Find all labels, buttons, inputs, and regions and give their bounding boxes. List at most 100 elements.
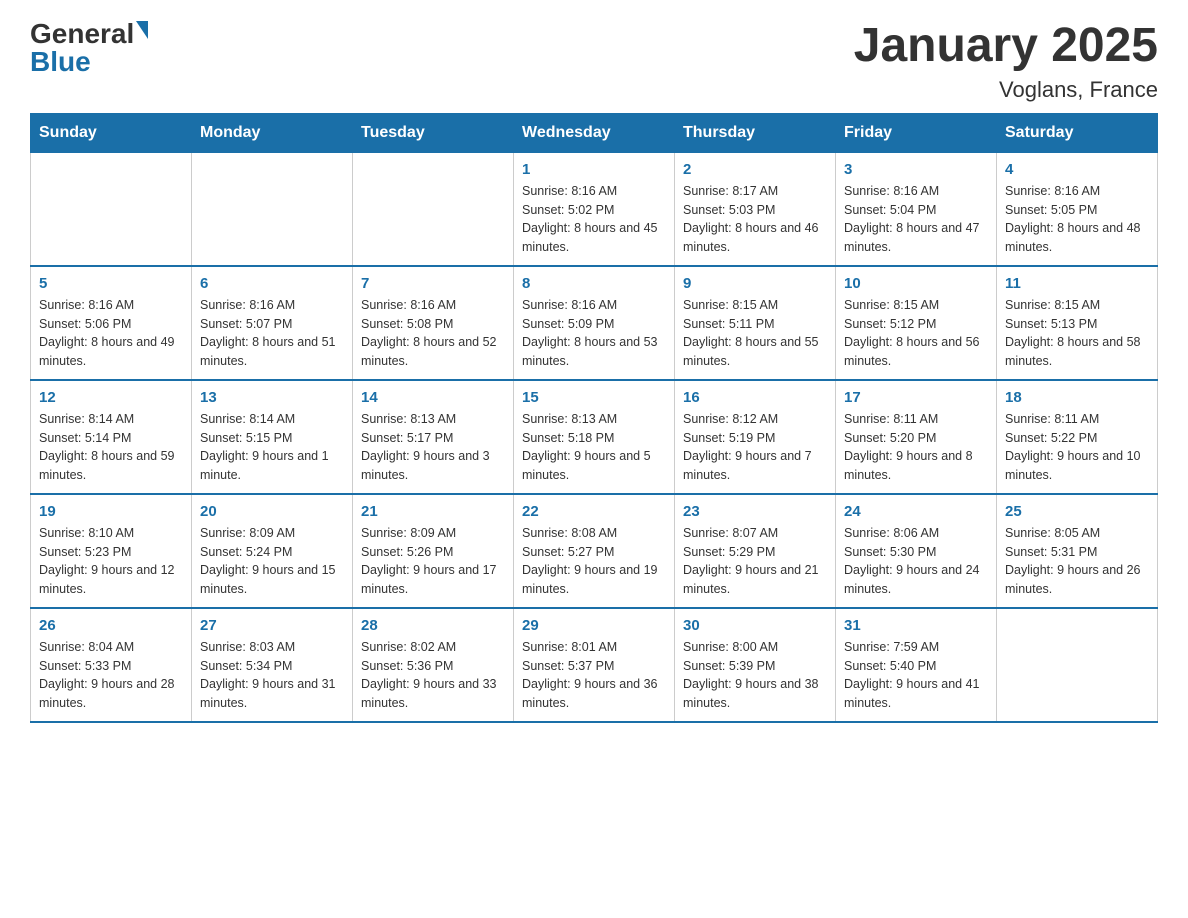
day-info: Sunrise: 8:12 AMSunset: 5:19 PMDaylight:… bbox=[683, 412, 812, 482]
day-info: Sunrise: 8:03 AMSunset: 5:34 PMDaylight:… bbox=[200, 640, 336, 710]
day-info: Sunrise: 8:00 AMSunset: 5:39 PMDaylight:… bbox=[683, 640, 819, 710]
day-number: 14 bbox=[361, 389, 505, 406]
day-number: 22 bbox=[522, 503, 666, 520]
day-info: Sunrise: 8:09 AMSunset: 5:26 PMDaylight:… bbox=[361, 526, 497, 596]
table-row bbox=[997, 608, 1158, 722]
day-info: Sunrise: 8:09 AMSunset: 5:24 PMDaylight:… bbox=[200, 526, 336, 596]
day-number: 30 bbox=[683, 617, 827, 634]
table-row: 23 Sunrise: 8:07 AMSunset: 5:29 PMDaylig… bbox=[675, 494, 836, 608]
day-number: 29 bbox=[522, 617, 666, 634]
day-number: 24 bbox=[844, 503, 988, 520]
title-block: January 2025 Voglans, France bbox=[854, 20, 1158, 103]
header-wednesday: Wednesday bbox=[514, 113, 675, 152]
day-number: 17 bbox=[844, 389, 988, 406]
day-number: 10 bbox=[844, 275, 988, 292]
day-number: 2 bbox=[683, 161, 827, 178]
day-number: 11 bbox=[1005, 275, 1149, 292]
table-row: 11 Sunrise: 8:15 AMSunset: 5:13 PMDaylig… bbox=[997, 266, 1158, 380]
logo-general-text: General bbox=[30, 18, 134, 49]
logo-triangle-icon bbox=[136, 21, 148, 39]
day-info: Sunrise: 8:13 AMSunset: 5:18 PMDaylight:… bbox=[522, 412, 651, 482]
table-row: 1 Sunrise: 8:16 AMSunset: 5:02 PMDayligh… bbox=[514, 152, 675, 266]
day-number: 6 bbox=[200, 275, 344, 292]
day-info: Sunrise: 8:06 AMSunset: 5:30 PMDaylight:… bbox=[844, 526, 980, 596]
day-number: 5 bbox=[39, 275, 183, 292]
calendar-week-row: 19 Sunrise: 8:10 AMSunset: 5:23 PMDaylig… bbox=[31, 494, 1158, 608]
header-friday: Friday bbox=[836, 113, 997, 152]
day-info: Sunrise: 8:16 AMSunset: 5:02 PMDaylight:… bbox=[522, 184, 658, 254]
day-number: 18 bbox=[1005, 389, 1149, 406]
header-saturday: Saturday bbox=[997, 113, 1158, 152]
day-info: Sunrise: 8:15 AMSunset: 5:13 PMDaylight:… bbox=[1005, 298, 1141, 368]
calendar-subtitle: Voglans, France bbox=[854, 77, 1158, 103]
table-row: 9 Sunrise: 8:15 AMSunset: 5:11 PMDayligh… bbox=[675, 266, 836, 380]
day-info: Sunrise: 8:14 AMSunset: 5:14 PMDaylight:… bbox=[39, 412, 175, 482]
table-row: 12 Sunrise: 8:14 AMSunset: 5:14 PMDaylig… bbox=[31, 380, 192, 494]
day-info: Sunrise: 8:11 AMSunset: 5:20 PMDaylight:… bbox=[844, 412, 973, 482]
table-row: 15 Sunrise: 8:13 AMSunset: 5:18 PMDaylig… bbox=[514, 380, 675, 494]
table-row: 4 Sunrise: 8:16 AMSunset: 5:05 PMDayligh… bbox=[997, 152, 1158, 266]
day-info: Sunrise: 8:15 AMSunset: 5:11 PMDaylight:… bbox=[683, 298, 819, 368]
table-row: 28 Sunrise: 8:02 AMSunset: 5:36 PMDaylig… bbox=[353, 608, 514, 722]
day-info: Sunrise: 8:16 AMSunset: 5:06 PMDaylight:… bbox=[39, 298, 175, 368]
table-row: 17 Sunrise: 8:11 AMSunset: 5:20 PMDaylig… bbox=[836, 380, 997, 494]
day-info: Sunrise: 8:04 AMSunset: 5:33 PMDaylight:… bbox=[39, 640, 175, 710]
table-row bbox=[31, 152, 192, 266]
table-row: 7 Sunrise: 8:16 AMSunset: 5:08 PMDayligh… bbox=[353, 266, 514, 380]
table-row: 2 Sunrise: 8:17 AMSunset: 5:03 PMDayligh… bbox=[675, 152, 836, 266]
table-row: 29 Sunrise: 8:01 AMSunset: 5:37 PMDaylig… bbox=[514, 608, 675, 722]
table-row: 5 Sunrise: 8:16 AMSunset: 5:06 PMDayligh… bbox=[31, 266, 192, 380]
table-row: 25 Sunrise: 8:05 AMSunset: 5:31 PMDaylig… bbox=[997, 494, 1158, 608]
header-thursday: Thursday bbox=[675, 113, 836, 152]
day-info: Sunrise: 8:13 AMSunset: 5:17 PMDaylight:… bbox=[361, 412, 490, 482]
page-header: General Blue January 2025 Voglans, Franc… bbox=[30, 20, 1158, 103]
day-number: 3 bbox=[844, 161, 988, 178]
day-number: 15 bbox=[522, 389, 666, 406]
calendar-week-row: 12 Sunrise: 8:14 AMSunset: 5:14 PMDaylig… bbox=[31, 380, 1158, 494]
day-number: 16 bbox=[683, 389, 827, 406]
calendar-header-row: Sunday Monday Tuesday Wednesday Thursday… bbox=[31, 113, 1158, 152]
day-info: Sunrise: 8:07 AMSunset: 5:29 PMDaylight:… bbox=[683, 526, 819, 596]
table-row: 20 Sunrise: 8:09 AMSunset: 5:24 PMDaylig… bbox=[192, 494, 353, 608]
day-info: Sunrise: 8:05 AMSunset: 5:31 PMDaylight:… bbox=[1005, 526, 1141, 596]
table-row bbox=[353, 152, 514, 266]
logo: General Blue bbox=[30, 20, 148, 76]
calendar-week-row: 1 Sunrise: 8:16 AMSunset: 5:02 PMDayligh… bbox=[31, 152, 1158, 266]
day-info: Sunrise: 8:16 AMSunset: 5:05 PMDaylight:… bbox=[1005, 184, 1141, 254]
day-info: Sunrise: 8:10 AMSunset: 5:23 PMDaylight:… bbox=[39, 526, 175, 596]
day-info: Sunrise: 8:01 AMSunset: 5:37 PMDaylight:… bbox=[522, 640, 658, 710]
table-row: 13 Sunrise: 8:14 AMSunset: 5:15 PMDaylig… bbox=[192, 380, 353, 494]
day-info: Sunrise: 8:17 AMSunset: 5:03 PMDaylight:… bbox=[683, 184, 819, 254]
table-row: 22 Sunrise: 8:08 AMSunset: 5:27 PMDaylig… bbox=[514, 494, 675, 608]
day-number: 9 bbox=[683, 275, 827, 292]
day-number: 28 bbox=[361, 617, 505, 634]
day-number: 21 bbox=[361, 503, 505, 520]
day-number: 23 bbox=[683, 503, 827, 520]
day-number: 12 bbox=[39, 389, 183, 406]
header-tuesday: Tuesday bbox=[353, 113, 514, 152]
day-number: 25 bbox=[1005, 503, 1149, 520]
table-row: 24 Sunrise: 8:06 AMSunset: 5:30 PMDaylig… bbox=[836, 494, 997, 608]
table-row: 30 Sunrise: 8:00 AMSunset: 5:39 PMDaylig… bbox=[675, 608, 836, 722]
table-row: 21 Sunrise: 8:09 AMSunset: 5:26 PMDaylig… bbox=[353, 494, 514, 608]
table-row: 18 Sunrise: 8:11 AMSunset: 5:22 PMDaylig… bbox=[997, 380, 1158, 494]
day-number: 19 bbox=[39, 503, 183, 520]
table-row: 3 Sunrise: 8:16 AMSunset: 5:04 PMDayligh… bbox=[836, 152, 997, 266]
day-number: 7 bbox=[361, 275, 505, 292]
day-info: Sunrise: 7:59 AMSunset: 5:40 PMDaylight:… bbox=[844, 640, 980, 710]
day-info: Sunrise: 8:02 AMSunset: 5:36 PMDaylight:… bbox=[361, 640, 497, 710]
table-row: 26 Sunrise: 8:04 AMSunset: 5:33 PMDaylig… bbox=[31, 608, 192, 722]
day-info: Sunrise: 8:16 AMSunset: 5:09 PMDaylight:… bbox=[522, 298, 658, 368]
calendar-week-row: 5 Sunrise: 8:16 AMSunset: 5:06 PMDayligh… bbox=[31, 266, 1158, 380]
table-row: 27 Sunrise: 8:03 AMSunset: 5:34 PMDaylig… bbox=[192, 608, 353, 722]
calendar-week-row: 26 Sunrise: 8:04 AMSunset: 5:33 PMDaylig… bbox=[31, 608, 1158, 722]
calendar-table: Sunday Monday Tuesday Wednesday Thursday… bbox=[30, 113, 1158, 723]
calendar-title: January 2025 bbox=[854, 20, 1158, 73]
table-row: 19 Sunrise: 8:10 AMSunset: 5:23 PMDaylig… bbox=[31, 494, 192, 608]
logo-blue-text: Blue bbox=[30, 46, 91, 77]
header-monday: Monday bbox=[192, 113, 353, 152]
day-number: 4 bbox=[1005, 161, 1149, 178]
day-info: Sunrise: 8:14 AMSunset: 5:15 PMDaylight:… bbox=[200, 412, 329, 482]
day-number: 1 bbox=[522, 161, 666, 178]
day-info: Sunrise: 8:16 AMSunset: 5:08 PMDaylight:… bbox=[361, 298, 497, 368]
